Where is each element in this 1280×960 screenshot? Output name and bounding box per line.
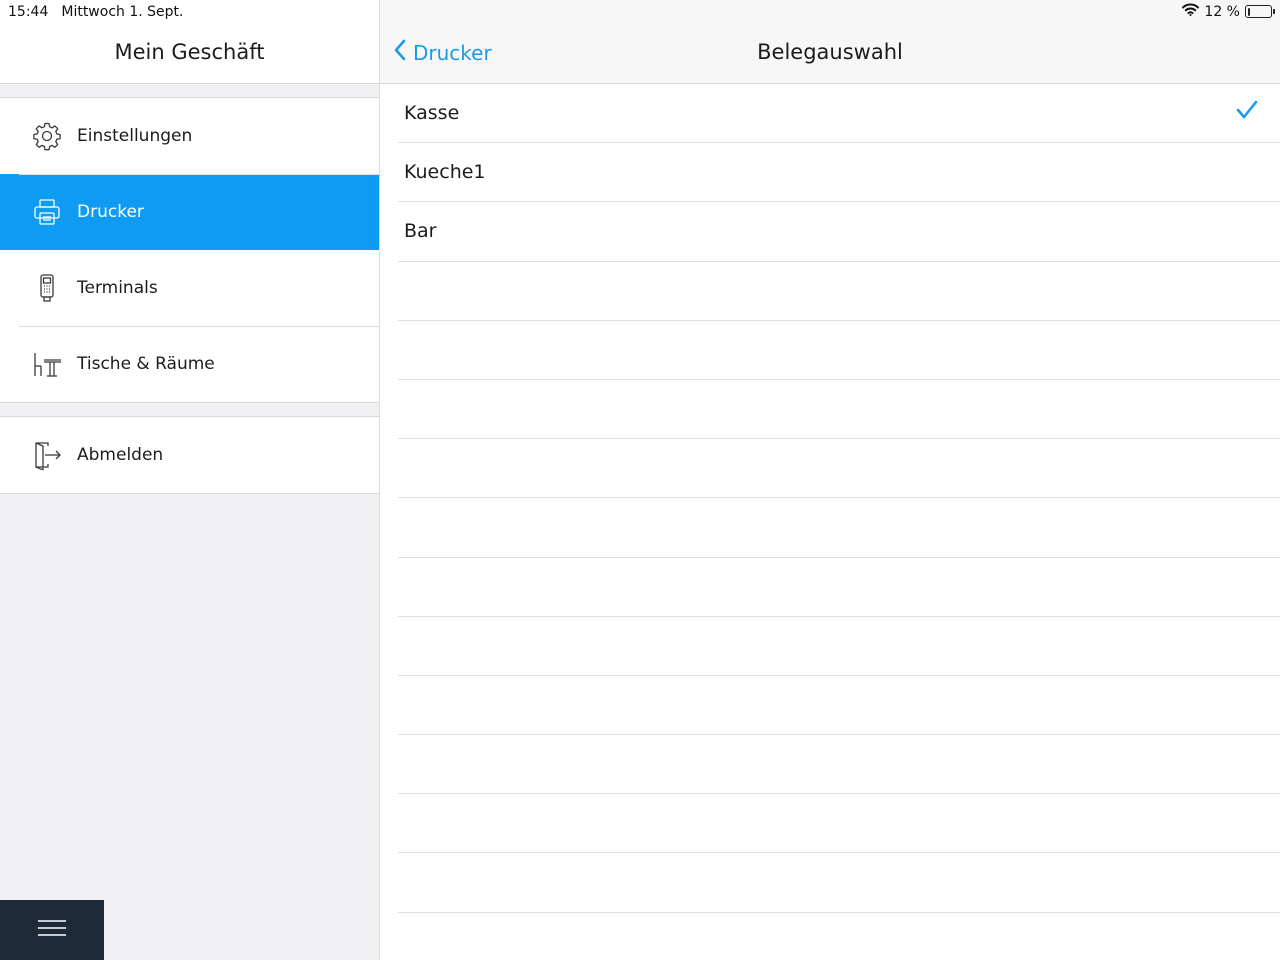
- battery-percent: 12 %: [1204, 3, 1240, 20]
- empty-list-row: [398, 617, 1280, 676]
- sidebar-title: Mein Geschäft: [114, 40, 265, 64]
- battery-icon: [1245, 5, 1275, 18]
- menu-button[interactable]: [0, 900, 104, 960]
- sidebar-item-label: Terminals: [77, 278, 158, 298]
- logout-icon: [30, 438, 64, 472]
- battery-fill: [1247, 7, 1251, 16]
- gear-icon: [30, 119, 64, 153]
- menu-group-account: Abmelden: [0, 416, 379, 494]
- menu-group-main: Einstellungen Drucker Terminals Tische &…: [0, 97, 379, 403]
- list-item[interactable]: Kasse: [398, 84, 1280, 144]
- empty-list-row: [398, 735, 1280, 795]
- empty-list-row: [398, 853, 1280, 913]
- list-item-label: Kueche1: [404, 161, 486, 184]
- sidebar-item-tische-raeume[interactable]: Tische & Räume: [0, 326, 379, 402]
- list-item[interactable]: Kueche1: [398, 143, 1280, 203]
- list-item[interactable]: Bar: [398, 202, 1280, 262]
- empty-list-row: [398, 380, 1280, 440]
- sidebar-item-label: Drucker: [77, 202, 144, 222]
- list-item-label: Kasse: [404, 102, 460, 125]
- status-bar: 15:44 Mittwoch 1. Sept. 12 %: [0, 0, 1280, 24]
- table-chair-icon: [30, 347, 64, 381]
- sidebar-item-label: Einstellungen: [77, 126, 193, 146]
- sidebar-item-einstellungen[interactable]: Einstellungen: [0, 98, 379, 174]
- list-item-label: Bar: [404, 220, 437, 243]
- sidebar: Mein Geschäft Einstellungen Drucker Term…: [0, 0, 380, 960]
- wifi-icon: [1182, 3, 1200, 20]
- sidebar-item-label: Tische & Räume: [77, 354, 215, 374]
- sidebar-item-terminals[interactable]: Terminals: [0, 250, 379, 326]
- empty-list-row: [398, 676, 1280, 736]
- empty-list-row: [398, 558, 1280, 617]
- empty-list-row: [398, 321, 1280, 380]
- status-time: 15:44: [8, 4, 49, 20]
- hamburger-icon: [38, 919, 66, 941]
- sidebar-item-abmelden[interactable]: Abmelden: [0, 417, 379, 493]
- sidebar-item-drucker[interactable]: Drucker: [0, 174, 379, 250]
- empty-list-row: [398, 439, 1280, 499]
- printer-icon: [30, 195, 64, 229]
- receipt-list: Kasse Kueche1 Bar: [398, 84, 1280, 913]
- checkmark-icon: [1236, 100, 1258, 124]
- status-date: Mittwoch 1. Sept.: [61, 4, 184, 20]
- sidebar-item-label: Abmelden: [77, 445, 164, 465]
- empty-list-row: [398, 794, 1280, 854]
- page-title: Belegauswahl: [757, 40, 903, 64]
- card-terminal-icon: [30, 271, 64, 305]
- empty-list-row: [398, 262, 1280, 321]
- empty-list-row: [398, 498, 1280, 558]
